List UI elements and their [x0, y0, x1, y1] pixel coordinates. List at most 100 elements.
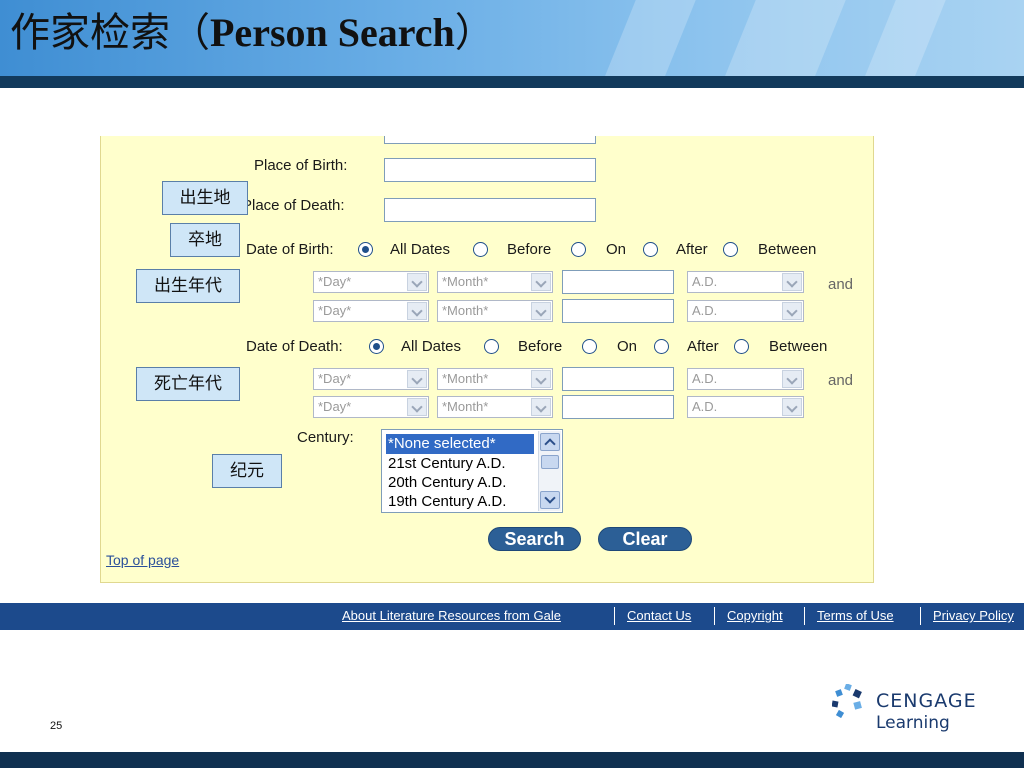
- logo-wordmark: CENGAGE: [876, 690, 977, 712]
- slide-title-en: Person Search: [210, 10, 455, 55]
- dod-day-select-1[interactable]: *Day*: [313, 368, 429, 390]
- dod-option-label: Between: [769, 338, 828, 355]
- select-value: A.D.: [692, 371, 718, 386]
- footer-bar: About Literature Resources from Gale Con…: [0, 603, 1024, 630]
- footer-link-contact[interactable]: Contact Us: [627, 608, 691, 623]
- dob-option-label: Before: [507, 241, 552, 258]
- dod-month-select-1[interactable]: *Month*: [437, 368, 553, 390]
- dod-era-select-1[interactable]: A.D.: [687, 368, 804, 390]
- select-value: *Day*: [318, 399, 352, 414]
- date-of-death-label: Date of Death:: [246, 338, 343, 355]
- cengage-mark-icon: [832, 684, 862, 718]
- dod-option-label: On: [617, 338, 638, 355]
- dob-year-input-2[interactable]: [562, 299, 674, 323]
- century-option[interactable]: 19th Century A.D.: [386, 492, 534, 512]
- dob-year-input-1[interactable]: [562, 270, 674, 294]
- header-decoration: [604, 0, 696, 78]
- dob-month-select-2[interactable]: *Month*: [437, 300, 553, 322]
- dod-era-select-2[interactable]: A.D.: [687, 396, 804, 418]
- place-of-birth-label: Place of Birth:: [254, 157, 348, 174]
- dod-year-input-1[interactable]: [562, 367, 674, 391]
- century-listbox[interactable]: *None selected* 21st Century A.D. 20th C…: [381, 429, 563, 513]
- select-value: A.D.: [692, 303, 718, 318]
- dob-day-select-2[interactable]: *Day*: [313, 300, 429, 322]
- select-value: *Month*: [442, 303, 489, 318]
- slide-title-close: ）: [454, 10, 495, 56]
- select-value: *Month*: [442, 371, 489, 386]
- chevron-down-icon: [531, 302, 551, 320]
- footer-separator: [614, 607, 615, 625]
- dob-radio-all-dates[interactable]: [358, 242, 373, 257]
- scroll-thumb[interactable]: [541, 455, 559, 469]
- dob-radio-between[interactable]: [723, 242, 738, 257]
- cropped-input[interactable]: [384, 136, 596, 144]
- callout-century: 纪元: [212, 454, 282, 488]
- century-scrollbar[interactable]: [538, 431, 561, 511]
- dob-option-label: All Dates: [390, 241, 451, 258]
- chevron-down-icon: [531, 273, 551, 291]
- slide-number: 25: [50, 720, 63, 732]
- scroll-up-button[interactable]: [540, 433, 560, 451]
- footer-separator: [920, 607, 921, 625]
- select-value: A.D.: [692, 274, 718, 289]
- dob-era-select-2[interactable]: A.D.: [687, 300, 804, 322]
- chevron-down-icon: [407, 302, 427, 320]
- dod-day-select-2[interactable]: *Day*: [313, 396, 429, 418]
- dod-option-label: After: [687, 338, 719, 355]
- place-of-death-label: Place of Death:: [242, 197, 345, 214]
- dob-month-select-1[interactable]: *Month*: [437, 271, 553, 293]
- footer-link-copyright[interactable]: Copyright: [727, 608, 783, 623]
- dod-month-select-2[interactable]: *Month*: [437, 396, 553, 418]
- place-of-death-input[interactable]: [384, 198, 596, 222]
- footer-separator: [804, 607, 805, 625]
- dod-and-label: and: [828, 372, 854, 389]
- century-option[interactable]: *None selected*: [386, 434, 534, 454]
- chevron-down-icon: [782, 370, 802, 388]
- chevron-down-icon: [531, 370, 551, 388]
- dod-radio-on[interactable]: [582, 339, 597, 354]
- select-value: *Day*: [318, 371, 352, 386]
- place-of-birth-input[interactable]: [384, 158, 596, 182]
- dod-radio-between[interactable]: [734, 339, 749, 354]
- select-value: *Day*: [318, 274, 352, 289]
- slide-title-cn: 作家检索（: [10, 10, 210, 56]
- dod-radio-before[interactable]: [484, 339, 499, 354]
- search-button[interactable]: Search: [488, 527, 581, 551]
- chevron-down-icon: [782, 302, 802, 320]
- dod-option-label: All Dates: [401, 338, 462, 355]
- dob-radio-on[interactable]: [571, 242, 586, 257]
- top-of-page-link[interactable]: Top of page: [106, 552, 179, 568]
- slide-title: 作家检索（Person Search）: [10, 8, 495, 58]
- century-option[interactable]: 21st Century A.D.: [386, 454, 534, 474]
- dod-radio-after[interactable]: [654, 339, 669, 354]
- dob-option-label: Between: [758, 241, 817, 258]
- logo-subtitle: Learning: [876, 713, 950, 733]
- dob-option-label: On: [606, 241, 627, 258]
- date-of-birth-label: Date of Birth:: [246, 241, 334, 258]
- dob-radio-before[interactable]: [473, 242, 488, 257]
- footer-link-privacy[interactable]: Privacy Policy: [933, 608, 1014, 623]
- scroll-down-button[interactable]: [540, 491, 560, 509]
- select-value: *Month*: [442, 274, 489, 289]
- dob-radio-after[interactable]: [643, 242, 658, 257]
- dob-day-select-1[interactable]: *Day*: [313, 271, 429, 293]
- header-bar: [0, 76, 1024, 88]
- cengage-logo: CENGAGE Learning: [832, 682, 1002, 738]
- dod-year-input-2[interactable]: [562, 395, 674, 419]
- callout-birth-date: 出生年代: [136, 269, 240, 303]
- century-option[interactable]: 20th Century A.D.: [386, 473, 534, 493]
- clear-button[interactable]: Clear: [598, 527, 692, 551]
- chevron-up-icon: [544, 438, 556, 450]
- footer-separator: [714, 607, 715, 625]
- chevron-down-icon: [782, 273, 802, 291]
- callout-place-of-birth: 出生地: [162, 181, 248, 215]
- dob-option-label: After: [676, 241, 708, 258]
- slide-header: 作家检索（Person Search）: [0, 0, 1024, 78]
- dob-era-select-1[interactable]: A.D.: [687, 271, 804, 293]
- footer-link-about[interactable]: About Literature Resources from Gale: [342, 608, 561, 623]
- footer-link-terms[interactable]: Terms of Use: [817, 608, 894, 623]
- dod-radio-all-dates[interactable]: [369, 339, 384, 354]
- dob-and-label: and: [828, 276, 854, 293]
- chevron-down-icon: [407, 398, 427, 416]
- chevron-down-icon: [544, 492, 556, 504]
